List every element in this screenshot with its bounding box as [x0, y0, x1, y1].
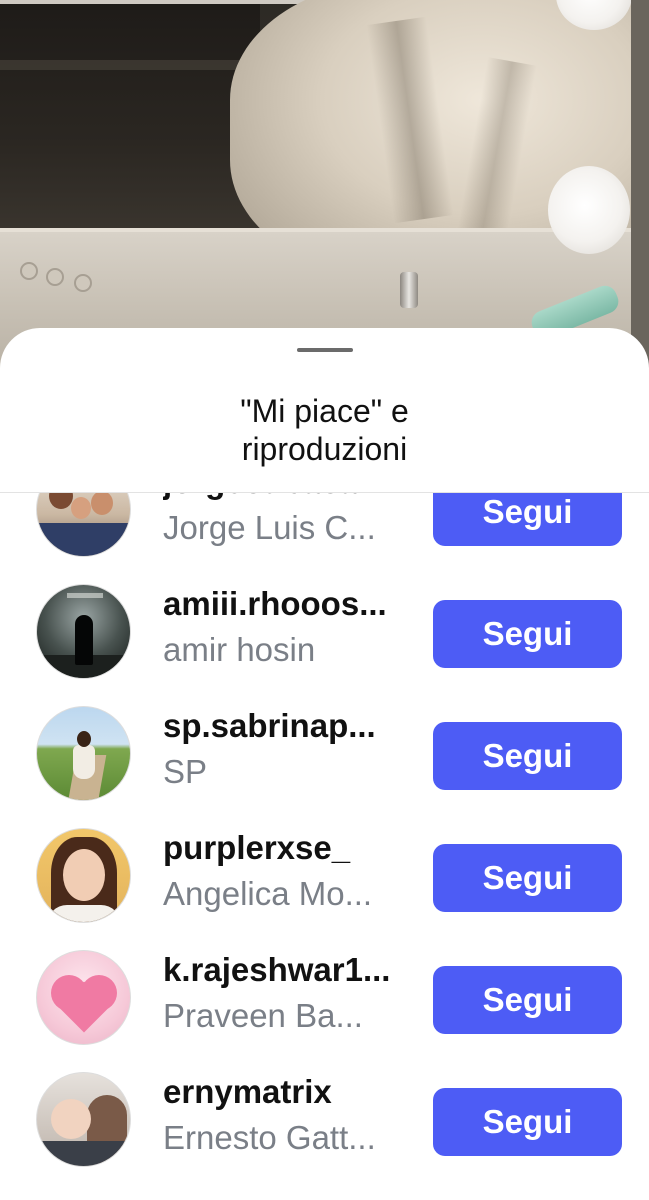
avatar[interactable]	[36, 584, 131, 679]
follow-button[interactable]: Segui	[433, 493, 622, 546]
full-name: amir hosin	[163, 631, 316, 668]
follow-button[interactable]: Segui	[433, 844, 622, 912]
sheet-title: "Mi piace" e riproduzioni	[240, 393, 409, 467]
wall-shelf	[0, 60, 250, 70]
username[interactable]: k.rajeshwar1...	[163, 948, 413, 992]
counter-knob	[46, 268, 64, 286]
full-name: Praveen Ba...	[163, 997, 363, 1034]
vanity-bulb	[548, 166, 630, 254]
list-item[interactable]: amiii.rhooos... amir hosin Segui	[0, 570, 649, 692]
username[interactable]: ernymatrix	[163, 1070, 413, 1114]
counter-knob	[74, 274, 92, 292]
full-name: SP	[163, 753, 208, 790]
list-item[interactable]: jorgecubaca... Jorge Luis C... Segui	[0, 493, 649, 570]
avatar[interactable]	[36, 828, 131, 923]
username[interactable]: jorgecubaca...	[163, 493, 413, 504]
list-item[interactable]: purplerxse_ Angelica Mo... Segui	[0, 814, 649, 936]
sheet-grabber-handle[interactable]	[297, 348, 353, 352]
avatar[interactable]	[36, 950, 131, 1045]
list-item[interactable]: k.rajeshwar1... Praveen Ba... Segui	[0, 936, 649, 1058]
avatar[interactable]	[36, 493, 131, 557]
likes-bottom-sheet: "Mi piace" e riproduzioni jorgecubaca...…	[0, 328, 649, 1200]
username[interactable]: sp.sabrinap...	[163, 704, 413, 748]
user-list[interactable]: jorgecubaca... Jorge Luis C... Segui ami…	[0, 493, 649, 1200]
counter-knob	[20, 262, 38, 280]
metal-cylinder	[400, 272, 418, 308]
full-name: Ernesto Gatt...	[163, 1119, 376, 1156]
wall-shadow	[0, 0, 260, 240]
avatar[interactable]	[36, 1072, 131, 1167]
list-item[interactable]: ernymatrix Ernesto Gatt... Segui	[0, 1058, 649, 1180]
avatar[interactable]	[36, 706, 131, 801]
list-item[interactable]: sp.sabrinap... SP Segui	[0, 692, 649, 814]
username[interactable]: amiii.rhooos...	[163, 582, 413, 626]
full-name: Angelica Mo...	[163, 875, 373, 912]
full-name: Jorge Luis C...	[163, 509, 376, 546]
follow-button[interactable]: Segui	[433, 722, 622, 790]
follow-button[interactable]: Segui	[433, 966, 622, 1034]
follow-button[interactable]: Segui	[433, 1088, 622, 1156]
username[interactable]: purplerxse_	[163, 826, 413, 870]
follow-button[interactable]: Segui	[433, 600, 622, 668]
